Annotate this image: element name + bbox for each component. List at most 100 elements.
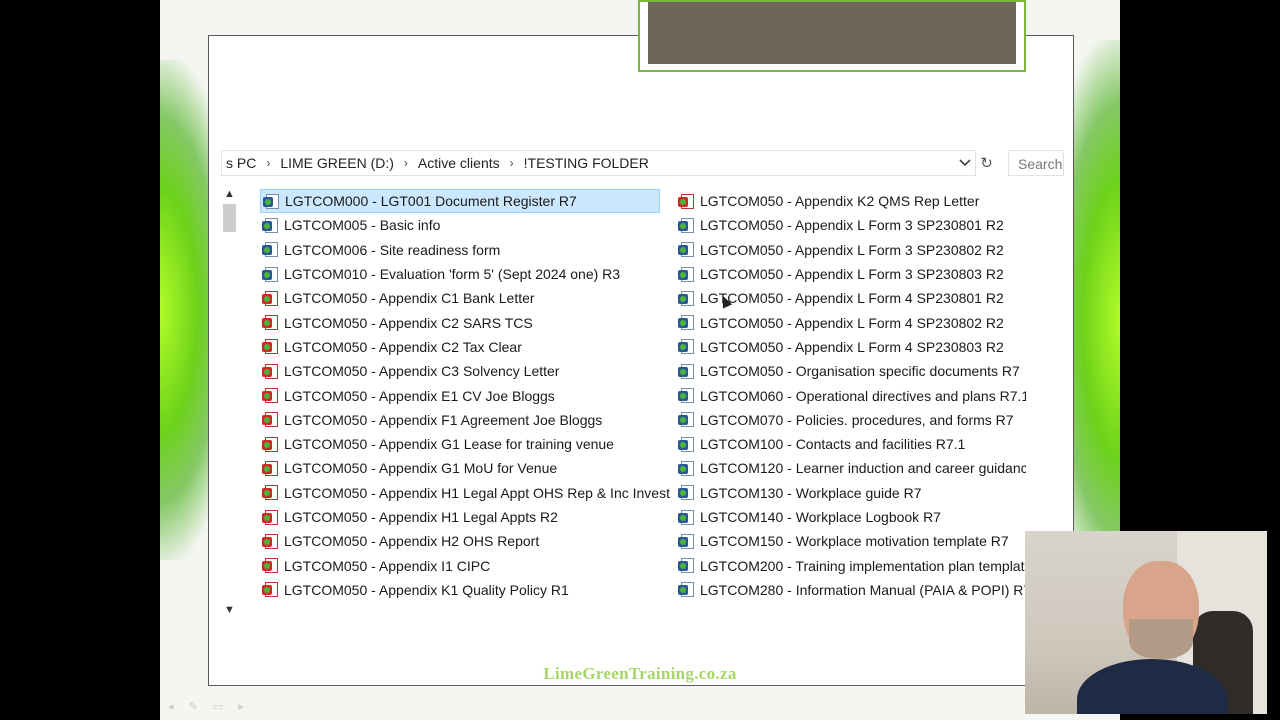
chevron-up-icon[interactable]: ▲ [221,186,238,202]
file-name-label: LGTCOM130 - Workplace guide R7 [700,484,922,501]
file-list-item[interactable]: LGTCOM050 - Appendix K1 Quality Policy R… [260,578,660,602]
file-list-item[interactable]: LGTCOM060 - Operational directives and p… [676,383,1026,407]
file-list-column-2: LGTCOM050 - Appendix K2 QMS Rep Letter LG… [676,189,1026,602]
file-list-item[interactable]: LGTCOM100 - Contacts and facilities R7.1 [676,432,1026,456]
refresh-icon[interactable]: ↻ [975,150,997,176]
file-name-label: LGTCOM050 - Appendix F1 Agreement Joe Bl… [284,411,603,428]
address-bar[interactable]: s PC › LIME GREEN (D:) › Active clients … [221,150,996,176]
pdf-file-icon [262,363,279,380]
file-list-item[interactable]: LGTCOM010 - Evaluation 'form 5' (Sept 20… [260,262,660,286]
file-name-label: LGTCOM050 - Appendix G1 MoU for Venue [284,460,558,477]
file-list-item[interactable]: LGTCOM050 - Appendix C1 Bank Letter [260,286,660,310]
file-list-item[interactable]: LGTCOM070 - Policies. procedures, and fo… [676,408,1026,432]
file-list-item[interactable]: LGTCOM130 - Workplace guide R7 [676,481,1026,505]
file-list-item[interactable]: LGTCOM120 - Learner induction and career… [676,456,1026,480]
file-list-item[interactable]: LGTCOM050 - Appendix C2 Tax Clear [260,335,660,359]
file-name-label: LGTCOM280 - Information Manual (PAIA & P… [700,581,1026,598]
breadcrumb-drive[interactable]: LIME GREEN (D:) [276,155,398,171]
pdf-file-icon [262,533,279,550]
word-file-icon [262,241,279,258]
file-list-item[interactable]: LGTCOM200 - Training implementation plan… [676,553,1026,577]
file-list-item[interactable]: LGTCOM050 - Appendix E1 CV Joe Bloggs [260,383,660,407]
file-list-item[interactable]: LGTCOM050 - Appendix G1 MoU for Venue [260,456,660,480]
breadcrumb-this-pc[interactable]: s PC [222,155,260,171]
header-placeholder [638,0,1026,72]
breadcrumb-separator-icon[interactable]: › [504,156,520,170]
file-name-label: LGTCOM050 - Appendix L Form 3 SP230801 R… [700,217,1004,234]
file-name-label: LGTCOM150 - Workplace motivation templat… [700,533,1009,550]
header-placeholder-fill [648,2,1016,64]
file-name-label: LGTCOM006 - Site readiness form [284,241,501,258]
breadcrumb-separator-icon[interactable]: › [260,156,276,170]
pdf-file-icon [262,557,279,574]
file-list-item[interactable]: LGTCOM050 - Appendix L Form 3 SP230803 R… [676,262,1026,286]
file-name-label: LGTCOM050 - Appendix H1 Legal Appts R2 [284,509,558,525]
file-name-label: LGTCOM010 - Evaluation 'form 5' (Sept 20… [284,266,621,283]
word-file-icon [678,484,695,501]
file-list-item[interactable]: LGTCOM050 - Appendix K2 QMS Rep Letter [676,189,1026,213]
file-list-item[interactable]: LGTCOM050 - Appendix L Form 4 SP230803 R… [676,335,1026,359]
slide-controls[interactable]: ◂ ✎ ▭ ▸ [168,700,250,713]
breadcrumb-testing-folder[interactable]: !TESTING FOLDER [520,155,653,171]
file-list-item[interactable]: LGTCOM050 - Appendix C2 SARS TCS [260,310,660,334]
pdf-file-icon [262,387,279,404]
file-name-label: LGTCOM200 - Training implementation plan… [700,557,1026,574]
word-file-icon [262,217,279,234]
file-list-item[interactable]: LGTCOM150 - Workplace motivation templat… [676,529,1026,553]
file-list-item[interactable]: LGTCOM050 - Appendix L Form 3 SP230801 R… [676,213,1026,237]
file-name-label: LGTCOM050 - Appendix G1 Lease for traini… [284,436,614,453]
file-name-label: LGTCOM005 - Basic info [284,217,441,234]
file-list-item[interactable]: LGTCOM050 - Appendix H1 Legal Appts R2 [260,505,660,529]
file-name-label: LGTCOM050 - Organisation specific docume… [700,363,1020,380]
word-file-icon [678,436,695,453]
pdf-file-icon [678,193,695,210]
word-file-icon [678,290,695,307]
pdf-file-icon [262,314,279,331]
file-list-item[interactable]: LGTCOM280 - Information Manual (PAIA & P… [676,578,1026,602]
pdf-file-icon [262,484,279,501]
breadcrumb-active-clients[interactable]: Active clients [414,155,504,171]
file-list-item[interactable]: LGTCOM006 - Site readiness form [260,238,660,262]
file-list-item[interactable]: LGTCOM050 - Appendix L Form 4 SP230802 R… [676,310,1026,334]
file-list-item[interactable]: LGTCOM050 - Appendix F1 Agreement Joe Bl… [260,408,660,432]
chevron-down-icon[interactable]: ▼ [221,602,238,618]
file-name-label: LGTCOM050 - Appendix C3 Solvency Letter [284,363,560,380]
file-list-item[interactable]: LGTCOM050 - Organisation specific docume… [676,359,1026,383]
chevron-down-icon[interactable] [955,150,975,176]
file-list-item[interactable]: LGTCOM000 - LGT001 Document Register R7 [260,189,660,214]
file-name-label: LGTCOM070 - Policies. procedures, and fo… [700,411,1014,428]
word-file-icon [263,193,280,210]
file-name-label: LGTCOM050 - Appendix K1 Quality Policy R… [284,581,569,598]
breadcrumb-separator-icon[interactable]: › [398,156,414,170]
file-list-item[interactable]: LGTCOM005 - Basic info [260,213,660,237]
file-list-column-1: LGTCOM000 - LGT001 Document Register R7 L… [260,189,670,602]
word-file-icon [678,363,695,380]
file-name-label: LGTCOM050 - Appendix L Form 3 SP230803 R… [700,266,1004,283]
file-list-item[interactable]: LGTCOM050 - Appendix H1 Legal Appt OHS R… [260,481,670,505]
word-file-icon [678,533,695,550]
search-input[interactable]: Search [1008,150,1064,176]
webcam-overlay [1025,531,1267,714]
scroll-thumb[interactable] [223,204,236,232]
word-file-icon [678,387,695,404]
file-list-item[interactable]: LGTCOM050 - Appendix G1 Lease for traini… [260,432,660,456]
file-list-item[interactable]: LGTCOM140 - Workplace Logbook R7 [676,505,1026,529]
file-list-item[interactable]: LGTCOM050 - Appendix I1 CIPC [260,553,660,577]
file-list-item[interactable]: LGTCOM050 - Appendix C3 Solvency Letter [260,359,660,383]
file-name-label: LGTCOM100 - Contacts and facilities R7.1 [700,436,966,453]
word-file-icon [262,266,279,283]
pdf-file-icon [262,460,279,477]
file-name-label: LGTCOM060 - Operational directives and p… [700,387,1026,404]
word-file-icon [678,509,695,526]
word-file-icon [678,217,695,234]
pdf-file-icon [262,509,279,526]
file-name-label: LGTCOM050 - Appendix I1 CIPC [284,557,491,574]
file-list-item[interactable]: LGTCOM050 - Appendix L Form 3 SP230802 R… [676,238,1026,262]
pdf-file-icon [262,290,279,307]
vertical-scrollbar[interactable]: ▲ ▼ [221,186,238,620]
file-name-label: LGTCOM050 - Appendix L Form 4 SP230801 R… [700,290,1004,307]
webcam-presenter-beard [1129,619,1193,659]
file-name-label: LGTCOM050 - Appendix E1 CV Joe Bloggs [284,387,555,404]
file-list-item[interactable]: LGTCOM050 - Appendix H2 OHS Report [260,529,660,553]
file-name-label: LGTCOM050 - Appendix H1 Legal Appt OHS R… [284,484,670,501]
